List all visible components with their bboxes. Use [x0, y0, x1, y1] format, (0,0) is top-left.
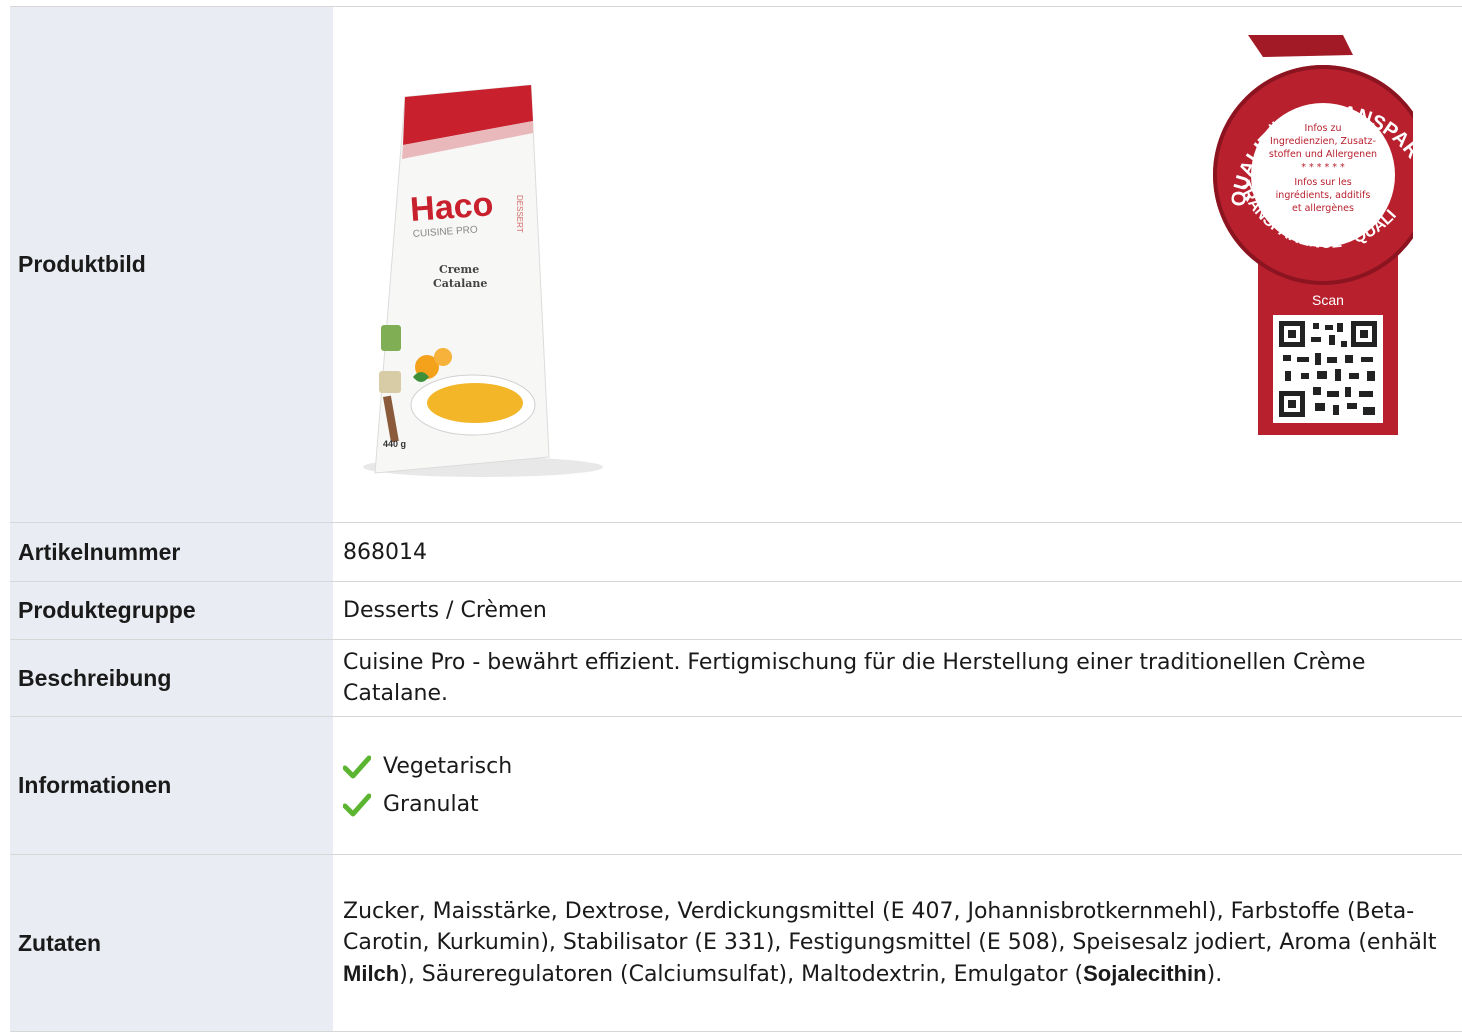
label-article-number: Artikelnummer	[10, 522, 333, 582]
seal-scan-label: Scan	[1312, 292, 1344, 308]
product-spec-table: Produktbild Haco CUISINE PRO Creme Catal…	[10, 6, 1462, 1032]
article-number-value: 868014	[333, 522, 1462, 582]
label-product-image: Produktbild	[10, 6, 333, 523]
product-image-cell: Haco CUISINE PRO Creme Catalane DESSERT …	[333, 6, 1462, 523]
pack-brand: Haco	[409, 185, 495, 229]
pack-weight: 440 g	[383, 439, 406, 449]
qr-code-icon	[1273, 315, 1383, 423]
pack-product-line2: Catalane	[433, 277, 487, 290]
ingredients-text: Zucker, Maisstärke, Dextrose, Verdickung…	[343, 899, 1437, 955]
product-package-image: Haco CUISINE PRO Creme Catalane DESSERT …	[363, 85, 603, 477]
label-ingredients: Zutaten	[10, 854, 333, 1032]
seal-fr-2: ingrédients, additifs	[1276, 190, 1371, 201]
label-description: Beschreibung	[10, 639, 333, 717]
seal-de-3: stoffen und Allergenen	[1269, 149, 1377, 160]
ingredients-value: Zucker, Maisstärke, Dextrose, Verdickung…	[333, 854, 1462, 1032]
info-item-label: Granulat	[383, 792, 479, 817]
row-description: Beschreibung Cuisine Pro - bewährt effiz…	[10, 639, 1462, 717]
seal-de-2: Ingredienzien, Zusatz-	[1270, 136, 1376, 147]
transparency-seal-image: QUALITÄT - TRANSPARENZ TRANSPARENCE - QU…	[1193, 35, 1413, 435]
row-article-number: Artikelnummer 868014	[10, 522, 1462, 582]
product-group-value: Desserts / Crèmen	[333, 581, 1462, 640]
vegetarian-logo	[381, 325, 401, 351]
seal-stars: * * * * * *	[1301, 162, 1345, 173]
pack-side-text: DESSERT	[515, 195, 524, 233]
checkmark-icon	[343, 755, 371, 778]
allergen-milk: Milch	[343, 961, 400, 986]
seal-de-1: Infos zu	[1305, 123, 1342, 134]
information-value: Vegetarisch Granulat	[333, 716, 1462, 855]
checkmark-icon	[343, 793, 371, 816]
info-item-granulate: Granulat	[343, 786, 1448, 824]
pack-product-line1: Creme	[439, 263, 479, 276]
label-product-group: Produktegruppe	[10, 581, 333, 640]
info-item-label: Vegetarisch	[383, 754, 513, 779]
row-information: Informationen Vegetarisch Granulat	[10, 716, 1462, 855]
ingredients-text: ).	[1206, 962, 1223, 987]
label-information: Informationen	[10, 716, 333, 855]
allergen-soy-lecithin: Sojalecithin	[1083, 961, 1207, 986]
seal-fr-3: et allergènes	[1292, 203, 1354, 214]
row-product-group: Produktegruppe Desserts / Crèmen	[10, 581, 1462, 640]
description-value: Cuisine Pro - bewährt effizient. Fertigm…	[333, 639, 1462, 717]
seal-fr-1: Infos sur les	[1294, 177, 1351, 188]
row-ingredients: Zutaten Zucker, Maisstärke, Dextrose, Ve…	[10, 854, 1462, 1032]
row-product-image: Produktbild Haco CUISINE PRO Creme Catal…	[10, 6, 1462, 523]
info-item-vegetarian: Vegetarisch	[343, 748, 1448, 786]
ingredients-text: ), Säureregulatoren (Calciumsulfat), Mal…	[399, 962, 1084, 987]
